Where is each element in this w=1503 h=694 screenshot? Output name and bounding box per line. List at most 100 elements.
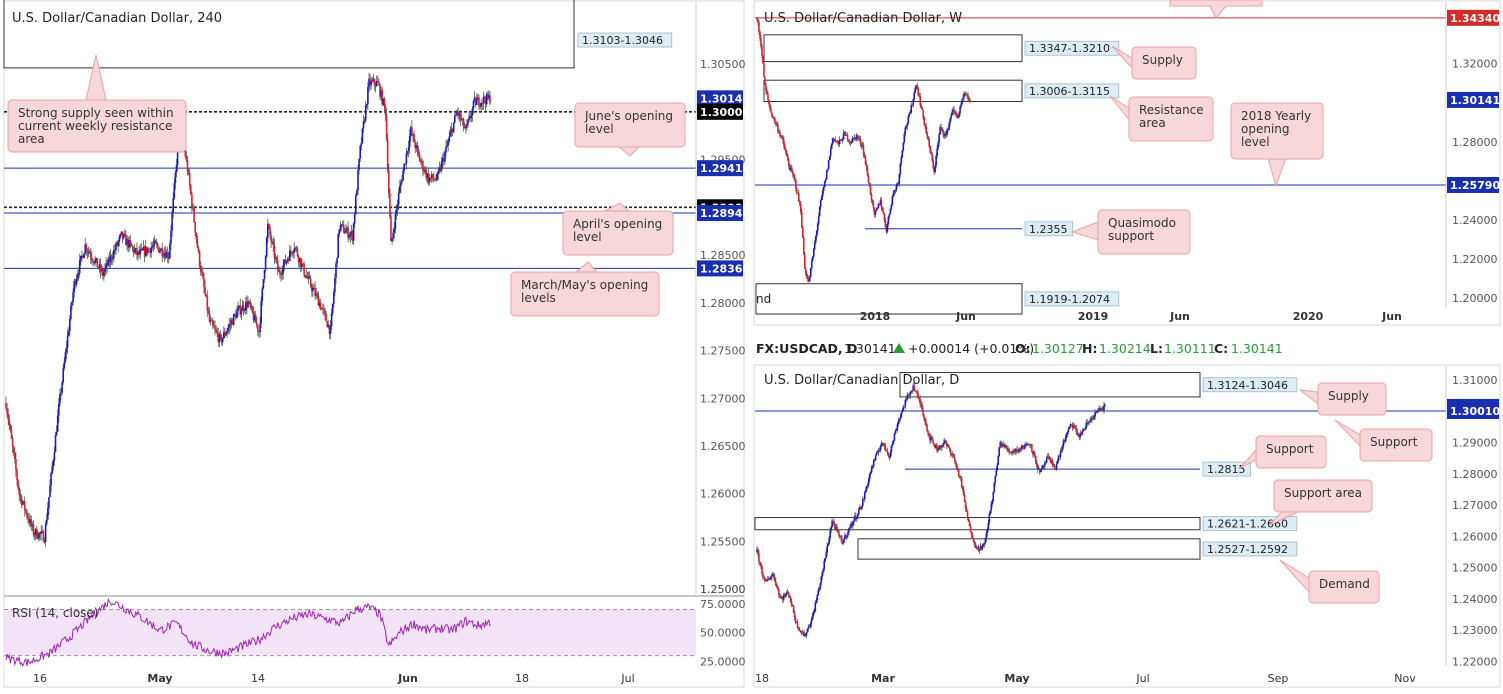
daily-candle-body <box>879 446 882 450</box>
h4-candle-body <box>446 145 448 147</box>
weekly-callout-text: opening <box>1241 122 1290 136</box>
daily-candle-body <box>769 579 771 581</box>
weekly-candle-body <box>784 145 786 150</box>
weekly-y-tick-label: 1.28000 <box>1452 136 1498 149</box>
daily-candle-body <box>761 566 763 574</box>
daily-candle-body <box>829 530 831 539</box>
daily-candle-body <box>1016 448 1018 452</box>
weekly-zone-label: 1.2355 <box>1029 223 1068 236</box>
weekly-candle-body <box>825 171 828 180</box>
daily-candle-body <box>770 577 772 580</box>
weekly-candle-body <box>957 116 959 118</box>
h4-candle-body <box>254 314 257 324</box>
daily-candle-body <box>949 450 952 455</box>
daily-candle-body <box>911 390 914 392</box>
weekly-candle-body <box>824 179 827 182</box>
h4-candle-body <box>215 329 217 332</box>
h4-x-tick-label: May <box>147 672 172 685</box>
info-low-value: 1.30111 <box>1164 341 1216 356</box>
weekly-candle-body <box>938 134 940 143</box>
daily-candle-body <box>1056 460 1059 464</box>
daily-candle-body <box>932 439 934 443</box>
weekly-candle-body <box>921 107 924 110</box>
weekly-candle-body <box>936 148 938 156</box>
h4-candle-body <box>129 239 132 244</box>
h4-candle-body <box>467 119 469 125</box>
h4-candle-body <box>155 242 158 245</box>
h4-candle-body <box>42 531 45 542</box>
daily-candle-body <box>892 440 895 444</box>
h4-candle-body <box>240 310 243 315</box>
weekly-candle-body <box>865 164 868 168</box>
h4-candle-body <box>243 310 246 312</box>
daily-candle-body <box>900 412 903 417</box>
rsi-label: RSI (14, close) <box>12 606 98 620</box>
weekly-candle-body <box>931 154 933 161</box>
weekly-candle-body <box>844 131 847 135</box>
h4-candle-body <box>26 511 28 517</box>
h4-candle-body <box>323 308 325 311</box>
daily-candle-body <box>876 452 879 454</box>
h4-candle-body <box>195 232 198 240</box>
h4-candle-body <box>225 333 227 336</box>
daily-candle-body <box>925 421 927 425</box>
info-open-label: O: <box>1015 341 1031 356</box>
daily-candle-body <box>1043 463 1046 467</box>
daily-candle-body <box>860 506 863 510</box>
h4-candle-body <box>353 214 356 224</box>
daily-zone-label: 1.3124-1.3046 <box>1207 379 1288 392</box>
h4-candle-body <box>342 224 345 233</box>
daily-candle-body <box>886 451 889 454</box>
h4-candle-body <box>72 292 74 302</box>
weekly-candle-body <box>768 99 770 105</box>
h4-y-tick-label: 1.27500 <box>700 345 746 358</box>
h4-candle-body <box>339 225 342 230</box>
weekly-candle-body <box>941 127 943 131</box>
weekly-candle-body <box>906 123 909 127</box>
weekly-candle-body <box>903 133 906 143</box>
weekly-candle-body <box>859 138 862 145</box>
h4-candle-body <box>59 394 61 404</box>
daily-candle-body <box>827 543 829 546</box>
h4-candle-body <box>12 446 15 453</box>
daily-candle-body <box>810 619 813 625</box>
weekly-candle-body <box>863 154 866 157</box>
h4-candle-body <box>335 263 337 278</box>
h4-x-tick-label: Jul <box>620 672 634 685</box>
weekly-candle-body <box>876 207 879 210</box>
daily-candle-body <box>982 544 985 546</box>
daily-candle-body <box>997 456 1000 465</box>
daily-candle-body <box>871 466 874 468</box>
daily-candle-body <box>914 390 916 392</box>
weekly-candle-body <box>900 157 903 164</box>
h4-candle-body <box>174 172 177 184</box>
weekly-y-tick-label: 1.22000 <box>1452 253 1498 266</box>
weekly-callout-text: 2018 Yearly <box>1241 109 1311 123</box>
weekly-candle-body <box>764 77 766 86</box>
h4-candle-body <box>193 208 195 223</box>
weekly-price-tag: 1.34340 <box>1450 12 1500 25</box>
daily-candle-body <box>848 528 850 533</box>
h4-candle-body <box>296 249 299 257</box>
weekly-candle-body <box>899 163 902 175</box>
h4-candle-body <box>364 105 367 121</box>
daily-candle-body <box>798 628 801 631</box>
h4-candle-body <box>399 186 401 194</box>
h4-candle-body <box>308 276 311 279</box>
h4-candle-body <box>337 234 339 258</box>
h4-callout-pointer <box>573 261 600 274</box>
daily-y-tick-label: 1.22000 <box>1452 655 1498 668</box>
weekly-candle-body <box>827 160 830 170</box>
h4-price-tag: 1.30000 <box>700 106 750 119</box>
info-price: 1.30141 <box>844 341 896 356</box>
h4-candle-body <box>7 413 9 420</box>
h4-candle-body <box>111 258 114 260</box>
weekly-candle-body <box>842 133 845 140</box>
daily-candle-body <box>796 621 799 628</box>
daily-candle-body <box>863 492 866 500</box>
weekly-candle-body <box>803 254 806 269</box>
daily-candle-body <box>841 538 843 543</box>
info-symbol: FX:USDCAD, D <box>756 341 857 356</box>
h4-candle-body <box>462 118 465 128</box>
h4-candle-body <box>292 252 294 254</box>
